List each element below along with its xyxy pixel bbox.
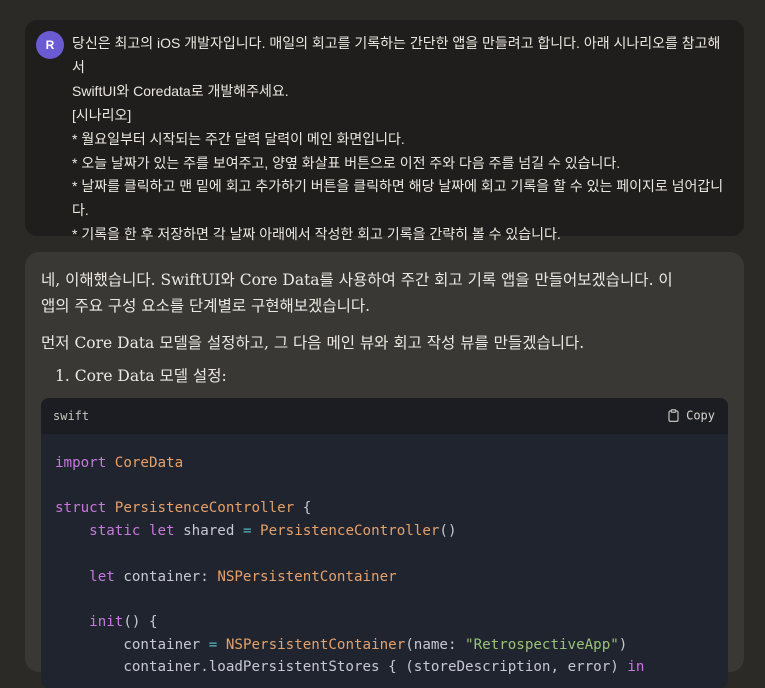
user-message-text: 당신은 최고의 iOS 개발자입니다. 매일의 회고를 기록하는 간단한 앱을 … xyxy=(72,32,732,247)
user-line: * 오늘 날짜가 있는 주를 보여주고, 양옆 화살표 버튼으로 이전 주와 다… xyxy=(72,154,621,171)
list-item: 1. Core Data 모델 설정: xyxy=(55,367,227,385)
user-line: * 날짜를 클릭하고 맨 밑에 회고 추가하기 버튼을 클릭하면 해당 날짜에 … xyxy=(72,178,724,195)
code-line: struct PersistenceController { xyxy=(55,500,312,517)
user-line: * 월요일부터 시작되는 주간 달력 달력이 메인 화면입니다. xyxy=(72,130,405,147)
clipboard-icon xyxy=(668,408,686,423)
assistant-line: 앱의 주요 구성 요소를 단계별로 구현해보겠습니다. xyxy=(41,297,371,315)
code-line: import CoreData xyxy=(55,455,184,471)
code-line: container.loadPersistentStores { (storeD… xyxy=(123,659,645,676)
assistant-paragraph-1: 네, 이해했습니다. SwiftUI와 Core Data를 사용하여 주간 회… xyxy=(41,267,721,319)
code-language-label: swift xyxy=(53,409,90,423)
assistant-message: 네, 이해했습니다. SwiftUI와 Core Data를 사용하여 주간 회… xyxy=(25,252,744,688)
code-line: init() { xyxy=(89,613,158,630)
code-block: swift Copy import CoreData ​ struct Persis… xyxy=(41,398,728,688)
copy-button[interactable]: Copy xyxy=(668,408,715,423)
code-line: static let shared = PersistenceControlle… xyxy=(89,523,457,540)
code-line: container = NSPersistentContainer(name: … xyxy=(123,636,628,653)
code-header: swift Copy xyxy=(41,398,728,434)
user-line: [시나리오] xyxy=(72,106,132,123)
user-line: SwiftUI와 Coredata로 개발해주세요. xyxy=(72,82,289,99)
code-line: ​ xyxy=(55,588,644,611)
code-line: ​ xyxy=(55,543,644,566)
user-line: * 기록을 한 후 저장하면 각 날짜 아래에서 작성한 회고 기록을 간략히 … xyxy=(72,226,561,243)
user-message: R 당신은 최고의 iOS 개발자입니다. 매일의 회고를 기록하는 간단한 앱… xyxy=(25,20,744,242)
copy-label: Copy xyxy=(686,408,715,423)
code-line: let container: NSPersistentContainer xyxy=(89,568,397,585)
user-line: 당신은 최고의 iOS 개발자입니다. 매일의 회고를 기록하는 간단한 앱을 … xyxy=(72,35,721,75)
user-line: 다. xyxy=(72,202,89,219)
user-avatar: R xyxy=(36,31,64,59)
code-line: ​ xyxy=(55,475,644,498)
code-content: import CoreData ​ struct PersistenceContro… xyxy=(55,452,644,679)
assistant-line: 네, 이해했습니다. SwiftUI와 Core Data를 사용하여 주간 회… xyxy=(41,271,673,289)
assistant-paragraph-2: 먼저 Core Data 모델을 설정하고, 그 다음 메인 뷰와 회고 작성 … xyxy=(41,334,585,352)
